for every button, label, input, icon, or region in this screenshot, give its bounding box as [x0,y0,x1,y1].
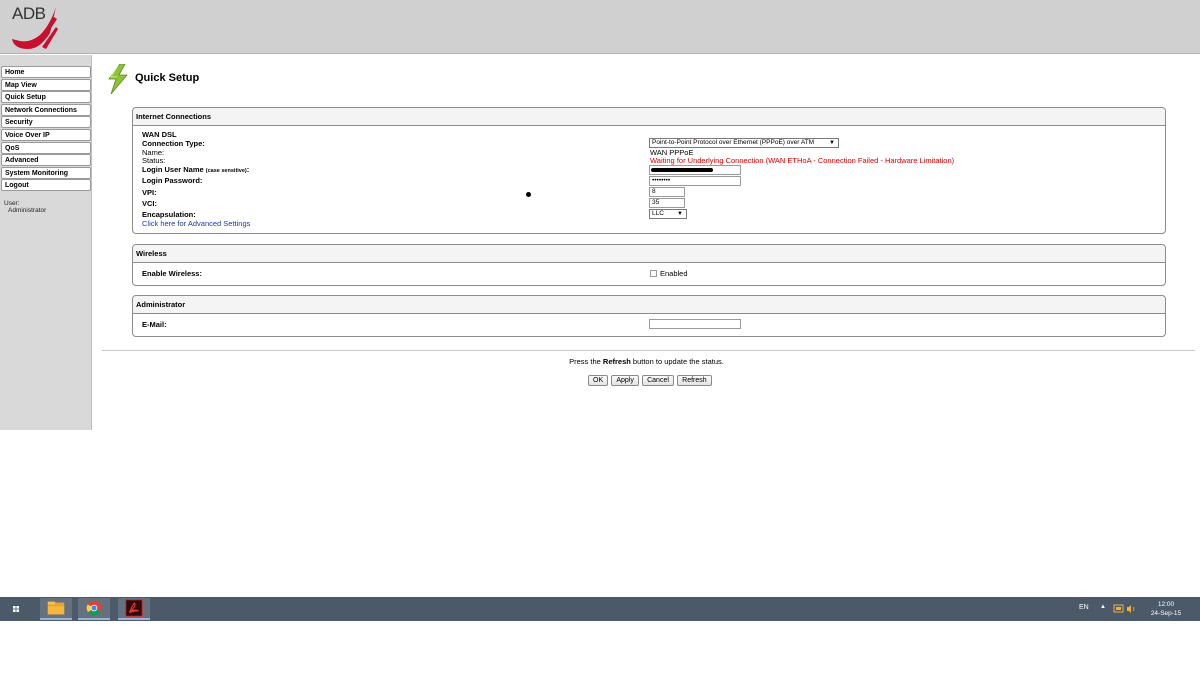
sidebar-item-logout[interactable]: Logout [1,179,91,192]
sidebar-item-qos[interactable]: QoS [1,141,91,154]
ok-button[interactable]: OK [588,375,609,386]
tray-icons [1113,604,1135,613]
administrator-heading: Administrator [133,296,1165,314]
sidebar-item-map-view[interactable]: Map View [1,78,91,91]
login-user-name-text: Login User Name [142,165,204,174]
page-title: Quick Setup [135,72,200,84]
refresh-hint: Press the Refresh button to update the s… [93,357,1200,366]
advanced-settings-link[interactable]: Click here for Advanced Settings [142,219,250,228]
clock[interactable]: 12:00 24-Sep-15 [1146,600,1186,618]
encapsulation-label: Encapsulation: [142,210,196,219]
windows-start-icon[interactable] [8,602,24,616]
vpi-label: VPI: [142,188,157,197]
login-user-name-input[interactable] [649,165,741,175]
refresh-button[interactable]: Refresh [677,375,712,386]
file-explorer-icon[interactable] [40,598,72,620]
sidebar: Home Map View Quick Setup Network Connec… [0,55,92,430]
internet-connections-panel: Internet Connections WAN DSL Connection … [132,107,1166,234]
encapsulation-value: LLC [652,210,664,217]
user-info: User: Administrator [4,200,46,214]
connection-type-select[interactable]: Point-to-Point Protocol over Ethernet (P… [649,138,839,148]
chrome-icon[interactable] [78,598,110,620]
connection-type-label: Connection Type: [142,139,205,148]
user-name: Administrator [8,207,47,214]
enable-wireless-control[interactable]: Enabled [650,269,688,278]
administrator-panel: Administrator E-Mail: [132,295,1166,337]
enabled-text: Enabled [660,269,688,278]
enable-wireless-label: Enable Wireless: [142,269,202,278]
wireless-panel: Wireless Enable Wireless: Enabled [132,244,1166,286]
sidebar-item-home[interactable]: Home [1,66,91,78]
sidebar-item-advanced[interactable]: Advanced [1,154,91,167]
internet-connections-heading: Internet Connections [133,108,1165,126]
mouse-cursor-dot [526,192,531,197]
language-indicator[interactable]: EN [1079,604,1089,611]
wireless-heading: Wireless [133,245,1165,263]
clock-date: 24-Sep-15 [1150,610,1182,617]
status-label: Status: [142,156,166,165]
login-user-name-label: Login User Name (case sensitive): [142,165,249,174]
hint-bold: Refresh [602,357,631,366]
sidebar-item-security[interactable]: Security [1,116,91,129]
lightning-icon [108,64,128,94]
logo-text: ADB [12,4,46,23]
taskbar: EN ▲ 12:00 24-Sep-15 [0,597,1200,621]
case-sensitive-note: (case sensitive) [205,168,247,174]
sidebar-item-quick-setup[interactable]: Quick Setup [1,91,91,104]
enable-wireless-checkbox[interactable] [650,270,657,277]
vci-label: VCI: [142,199,157,208]
apply-button[interactable]: Apply [611,375,639,386]
vpi-input[interactable]: 8 [649,187,685,197]
vci-input[interactable]: 35 [649,198,685,208]
status-value: Waiting for Underlying Connection (WAN E… [650,156,955,165]
login-password-input[interactable]: •••••••• [649,176,741,186]
cancel-button[interactable]: Cancel [642,375,674,386]
acrobat-reader-icon[interactable] [118,598,150,620]
connection-type-value: Point-to-Point Protocol over Ethernet (P… [652,139,815,146]
clock-time: 12:00 [1157,601,1175,608]
email-label: E-Mail: [142,320,167,329]
tray-expand-icon[interactable]: ▲ [1100,604,1106,610]
login-password-label: Login Password: [142,176,203,185]
encapsulation-select[interactable]: LLC ▼ [649,209,687,219]
hint-before: Press the [569,357,603,366]
main-content: Quick Setup Internet Connections WAN DSL… [93,55,1200,430]
user-label: User: [4,200,20,207]
sidebar-item-system-monitoring[interactable]: System Monitoring [1,166,91,179]
sidebar-nav: Home Map View Quick Setup Network Connec… [1,66,91,192]
wan-label: WAN DSL [142,130,177,139]
redaction-mark [651,168,713,172]
chevron-down-icon: ▼ [829,140,835,146]
chevron-down-icon: ▼ [677,211,683,217]
header-bar: ADB [0,0,1200,54]
sidebar-item-voice-over-ip[interactable]: Voice Over IP [1,128,91,141]
divider [102,350,1195,351]
email-input[interactable] [649,319,741,329]
hint-after: button to update the status. [630,357,724,366]
action-buttons: OK Apply Cancel Refresh [588,375,713,386]
login-user-name-colon: : [246,165,250,174]
sidebar-item-network-connections[interactable]: Network Connections [1,103,91,116]
